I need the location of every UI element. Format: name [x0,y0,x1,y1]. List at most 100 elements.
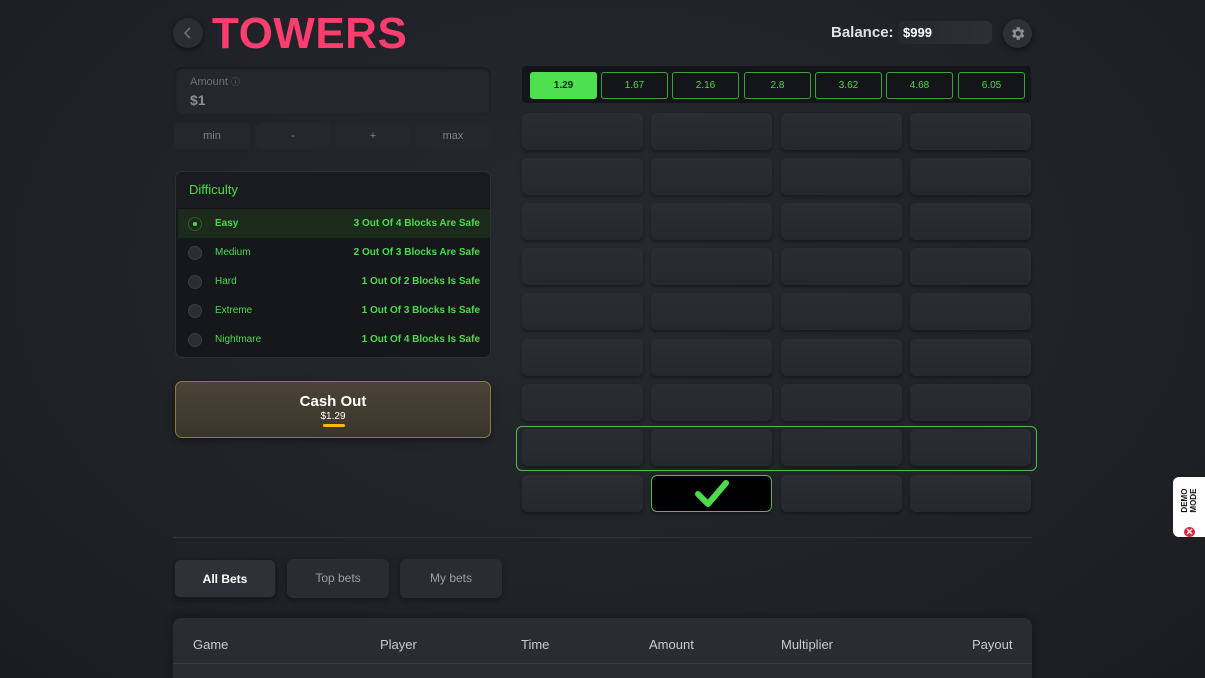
multiplier-step: 2.8 [744,72,811,99]
table-header-divider [173,663,1032,664]
multiplier-step: 1.29 [530,72,597,99]
tower-tile[interactable] [781,203,902,240]
tower-tile[interactable] [651,339,772,376]
multiplier-step: 3.62 [815,72,882,99]
tower-tile[interactable] [522,248,643,285]
radio-icon [188,303,202,318]
tab-my-bets[interactable]: My bets [400,559,502,598]
balance-value: $999 [898,21,992,44]
checkmark-icon [694,479,729,507]
tower-tile[interactable] [522,113,643,150]
difficulty-description: 1 Out Of 4 Blocks Is Safe [361,334,480,345]
tower-tile[interactable] [910,339,1031,376]
multiplier-bar: 1.29 1.67 2.16 2.8 3.62 4.68 6.05 [522,66,1031,103]
difficulty-name: Hard [215,276,237,287]
tower-tile[interactable] [910,203,1031,240]
amount-label: Amount ⓘ [190,75,240,88]
tower-tile[interactable] [910,293,1031,330]
difficulty-name: Medium [215,247,251,258]
radio-icon [188,245,202,260]
radio-selected-icon [188,216,202,231]
tower-tile[interactable] [781,293,902,330]
column-header-multiplier: Multiplier [781,637,834,652]
column-header-amount: Amount [649,637,694,652]
radio-icon [188,274,202,289]
tower-tile[interactable] [522,293,643,330]
difficulty-title: Difficulty [176,172,490,208]
gear-icon [1012,27,1025,40]
difficulty-option-nightmare[interactable]: Nightmare 1 Out Of 4 Blocks Is Safe [178,325,490,354]
difficulty-description: 2 Out Of 3 Blocks Are Safe [353,247,480,258]
decrease-button[interactable]: - [255,123,331,149]
multiplier-step: 1.67 [601,72,668,99]
min-button[interactable]: min [174,123,250,149]
tower-tile[interactable] [910,113,1031,150]
tower-tile[interactable] [522,203,643,240]
demo-mode-label: DEMO MODE [1180,488,1198,513]
info-icon: ⓘ [230,77,240,87]
difficulty-name: Nightmare [215,334,262,345]
amount-value: $1 [190,92,206,108]
tower-tile[interactable] [781,475,902,512]
max-button[interactable]: max [415,123,491,149]
settings-button[interactable] [1003,19,1032,48]
difficulty-option-easy[interactable]: Easy 3 Out Of 4 Blocks Are Safe [178,209,490,238]
tower-tile[interactable] [651,293,772,330]
close-icon [1183,526,1195,537]
tower-tile[interactable] [651,248,772,285]
section-divider [173,537,1032,538]
tower-tile[interactable] [781,384,902,421]
amount-field[interactable]: Amount ⓘ $1 [174,67,491,115]
tower-tile[interactable] [651,429,772,466]
tower-tile[interactable] [781,248,902,285]
difficulty-panel: Difficulty Easy 3 Out Of 4 Blocks Are Sa… [175,171,491,358]
tower-tile[interactable] [910,429,1031,466]
difficulty-description: 1 Out Of 3 Blocks Is Safe [361,305,480,316]
tab-all-bets[interactable]: All Bets [174,559,276,598]
column-header-payout: Payout [972,637,1013,652]
game-logo: TOWERS [212,9,408,58]
tower-tile[interactable] [781,429,902,466]
balance-label: Balance: [831,24,894,41]
tab-top-bets[interactable]: Top bets [287,559,389,598]
tower-tile[interactable] [781,158,902,195]
tower-tile[interactable] [522,429,643,466]
tower-tile[interactable] [651,113,772,150]
tower-tile[interactable] [910,384,1031,421]
amount-label-text: Amount [190,76,228,88]
difficulty-option-extreme[interactable]: Extreme 1 Out Of 3 Blocks Is Safe [178,296,490,325]
multiplier-step: 6.05 [958,72,1025,99]
tower-tile[interactable] [651,384,772,421]
difficulty-option-medium[interactable]: Medium 2 Out Of 3 Blocks Are Safe [178,238,490,267]
multiplier-step: 4.68 [886,72,953,99]
tower-tile[interactable] [651,203,772,240]
tower-tile[interactable] [910,475,1031,512]
difficulty-name: Easy [215,218,239,229]
tower-tile[interactable] [522,158,643,195]
tower-tile[interactable] [910,158,1031,195]
column-header-player: Player [380,637,417,652]
multiplier-step: 2.16 [672,72,739,99]
difficulty-description: 1 Out Of 2 Blocks Is Safe [361,276,480,287]
cash-out-underline [323,424,345,427]
tower-tile[interactable] [651,158,772,195]
tower-tile[interactable] [781,113,902,150]
cash-out-button[interactable]: Cash Out $1.29 [175,381,491,438]
tower-tile[interactable] [522,339,643,376]
column-header-time: Time [521,637,550,652]
cash-out-label: Cash Out [299,393,367,410]
tower-tile[interactable] [910,248,1031,285]
chevron-left-icon [183,27,191,39]
tower-tile-revealed-safe[interactable] [651,475,772,512]
tower-tile[interactable] [522,384,643,421]
bets-table: Game Player Time Amount Multiplier Payou… [173,618,1032,678]
tower-tile[interactable] [781,339,902,376]
radio-icon [188,332,202,347]
increase-button[interactable]: + [335,123,411,149]
tower-tile[interactable] [522,475,643,512]
back-button[interactable] [173,18,203,48]
demo-mode-badge[interactable]: DEMO MODE [1173,477,1205,537]
difficulty-option-hard[interactable]: Hard 1 Out Of 2 Blocks Is Safe [178,267,490,296]
cash-out-amount: $1.29 [320,411,346,422]
difficulty-name: Extreme [215,305,253,316]
